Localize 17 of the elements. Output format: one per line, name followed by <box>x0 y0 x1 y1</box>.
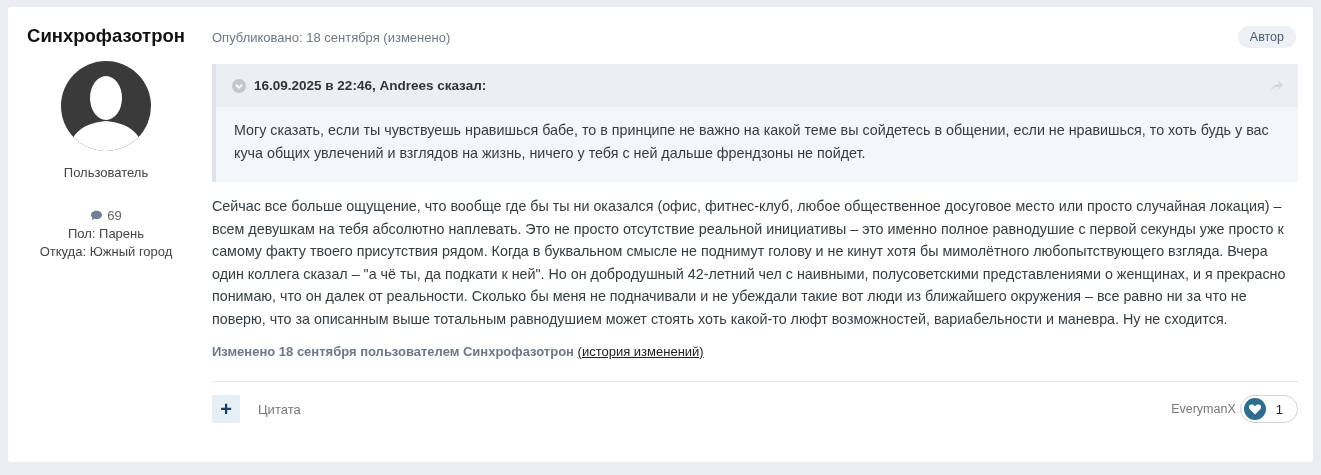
speech-bubble-icon <box>90 210 104 221</box>
author-name[interactable]: Синхрофазотрон <box>27 25 185 47</box>
user-role: Пользователь <box>63 165 149 180</box>
published-date: Опубликовано: 18 сентября (изменено) <box>212 29 451 45</box>
edit-note: Изменено 18 сентября пользователем Синхрофазотрон (история изменений) <box>212 344 705 359</box>
location-info: Откуда: Южный город <box>39 244 173 259</box>
quote-text: Могу сказать, если ты чувствуешь нравишься бабе, то в принципе не важно на какой теме вы сойдетесь в общении, если не нравишься, то хоть будь у вас куча общих увлечений и взглядов на жизнь, ничего у тебя с ней дальше френдзоны не пойдет. <box>233 121 1270 163</box>
multiquote-button[interactable]: + <box>212 395 240 423</box>
collapse-icon[interactable] <box>232 78 246 93</box>
gender-info: Пол: Парень <box>67 226 145 241</box>
post-text: Сейчас все больше ощущение, что вообще где бы ты ни оказался (офис, фитнес-клуб, любое общественное досуговое место или просто случайная локация) – всем девушкам на тебя абсолютно наплевать. Это не просто отсутствие реальной инициативы – это именно полное равнодушие с первой секунды уже просто к самому факту твоего присутствия рядом. Когда в буквальном смысле не поднимут голову и не кинут хотя бы мимолётного любопытствующего взгляда. Вчера один коллега сказал – "а чё ты, да подкати к ней". Но он добродушный 42-летний чел с наивными, полусоветскими представлениями о женщинах, и я прекрасно понимаю, что он далек от реальности. Сколько бы меня не подначивали и не убеждали такие вот люди из ближайшего окружения – все равно ни за что не поверю, что за описанным выше тотальным равнодушием может стоять хоть какой-то люфт возможностей, вариабельности и маневра. Ну не сходится. <box>212 197 1287 329</box>
author-badge: Автор <box>1237 26 1296 48</box>
liked-by-user[interactable]: EverymanX <box>1171 402 1236 416</box>
quote-button[interactable]: Цитата <box>252 400 307 418</box>
edit-history-link[interactable]: (история изменений) <box>577 344 704 359</box>
post-count: 69 <box>107 208 122 223</box>
quote-header: 16.09.2025 в 22:46, Andrees сказал: <box>254 78 487 93</box>
